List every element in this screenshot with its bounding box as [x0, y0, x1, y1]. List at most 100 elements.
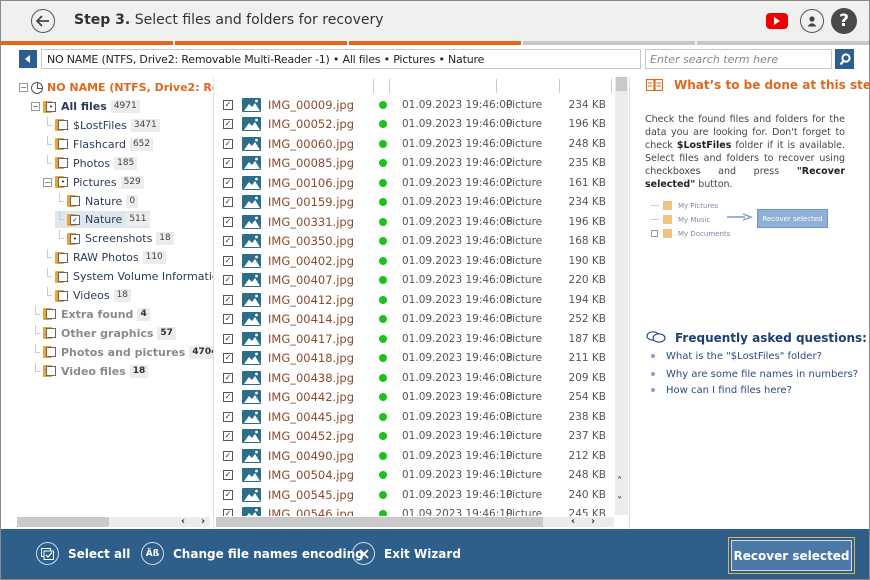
file-row[interactable]: ✓ IMG_00414.jpg 01.09.2023 19:46:08 Picture…: [216, 310, 614, 330]
path-breadcrumb[interactable]: NO NAME (NTFS, Drive2: Removable Multi-R…: [41, 49, 641, 69]
scroll-right-icon[interactable]: ›: [201, 517, 205, 527]
scroll-left-icon[interactable]: ‹: [181, 517, 185, 527]
file-row[interactable]: ✓ IMG_00452.jpg 01.09.2023 19:46:10 Picture…: [216, 427, 614, 447]
scrollbar-thumb[interactable]: [616, 77, 627, 91]
file-checkbox[interactable]: ✓: [223, 392, 233, 403]
file-row[interactable]: ✓ IMG_00438.jpg 01.09.2023 19:46:08 Picture…: [216, 368, 614, 388]
file-row[interactable]: ✓ IMG_00350.jpg 01.09.2023 19:46:08 Picture…: [216, 232, 614, 252]
file-checkbox[interactable]: ✓: [223, 333, 233, 344]
column-separator[interactable]: [496, 79, 497, 93]
tree-node[interactable]: Nature 0: [55, 192, 139, 210]
tree-node[interactable]: − • All files 4971: [31, 98, 140, 115]
file-checkbox[interactable]: ✓: [223, 372, 233, 383]
file-checkbox[interactable]: ✓: [223, 314, 233, 325]
file-row[interactable]: ✓ IMG_00402.jpg 01.09.2023 19:46:08 Picture…: [216, 251, 614, 271]
column-separator[interactable]: [389, 79, 390, 93]
file-list-horizontal-scrollbar[interactable]: ‹ ›: [216, 517, 614, 527]
file-checkbox[interactable]: ✓: [223, 197, 233, 208]
search-button[interactable]: [835, 49, 854, 69]
file-row[interactable]: ✓ IMG_00546.jpg 01.09.2023 19:46:10 Picture…: [216, 505, 614, 516]
tree-node[interactable]: Photos and pictures4704: [31, 343, 213, 361]
tree-node[interactable]: Photos 185: [43, 154, 138, 172]
file-row[interactable]: ✓ IMG_00545.jpg 01.09.2023 19:46:10 Picture…: [216, 485, 614, 505]
tree-node[interactable]: Flashcard 652: [43, 135, 154, 153]
help-button[interactable]: ?: [831, 8, 857, 34]
tree-horizontal-scrollbar[interactable]: ‹ ›: [17, 517, 210, 527]
tree-node[interactable]: ✓ Nature 511: [55, 211, 150, 229]
file-row[interactable]: ✓ IMG_00009.jpg 01.09.2023 19:46:00 Picture…: [216, 95, 614, 115]
back-button[interactable]: [31, 9, 55, 33]
file-row[interactable]: ✓ IMG_00417.jpg 01.09.2023 19:46:08 Picture…: [216, 329, 614, 349]
file-checkbox[interactable]: ✓: [223, 236, 233, 247]
scroll-down-icon[interactable]: ˅: [617, 497, 622, 507]
youtube-button[interactable]: [766, 13, 788, 29]
tree-node[interactable]: Videos 18: [43, 287, 132, 304]
file-checkbox[interactable]: ✓: [223, 509, 233, 516]
scroll-left-icon[interactable]: ‹: [571, 517, 575, 527]
tree-node[interactable]: $LostFiles 3471: [43, 116, 160, 134]
tree-node[interactable]: Extra found 4: [31, 305, 150, 323]
folder-checkbox[interactable]: ✓: [70, 214, 80, 225]
file-row[interactable]: ✓ IMG_00331.jpg 01.09.2023 19:46:06 Picture…: [216, 212, 614, 232]
file-row[interactable]: ✓ IMG_00418.jpg 01.09.2023 19:46:08 Picture…: [216, 349, 614, 369]
file-checkbox[interactable]: ✓: [223, 119, 233, 130]
tree-node[interactable]: Other graphics 57: [31, 324, 176, 342]
folder-checkbox[interactable]: [58, 290, 68, 301]
folder-checkbox[interactable]: [58, 139, 68, 150]
file-checkbox[interactable]: ✓: [223, 99, 233, 110]
file-row[interactable]: ✓ IMG_00085.jpg 01.09.2023 19:46:02 Picture…: [216, 154, 614, 174]
column-separator[interactable]: [559, 79, 560, 93]
file-checkbox[interactable]: ✓: [223, 489, 233, 500]
faq-link[interactable]: Why are some file names in numbers?: [651, 369, 858, 380]
recover-selected-button[interactable]: Recover selected: [728, 537, 855, 574]
column-separator[interactable]: [373, 79, 374, 93]
file-checkbox[interactable]: ✓: [223, 294, 233, 305]
folder-checkbox[interactable]: •: [70, 233, 80, 244]
faq-link[interactable]: How can I find files here?: [651, 385, 792, 396]
folder-checkbox[interactable]: [58, 271, 68, 282]
folder-checkbox[interactable]: [46, 309, 56, 320]
file-checkbox[interactable]: ✓: [223, 470, 233, 481]
file-checkbox[interactable]: ✓: [223, 450, 233, 461]
file-checkbox[interactable]: ✓: [223, 158, 233, 169]
file-checkbox[interactable]: ✓: [223, 431, 233, 442]
file-checkbox[interactable]: ✓: [223, 216, 233, 227]
folder-checkbox[interactable]: •: [58, 177, 68, 188]
file-checkbox[interactable]: ✓: [223, 255, 233, 266]
pane-divider[interactable]: [629, 77, 630, 529]
tree-node-drive[interactable]: − NO NAME (NTFS, Drive2: Removable Multi…: [19, 79, 213, 96]
folder-checkbox[interactable]: •: [46, 101, 56, 112]
file-row[interactable]: ✓ IMG_00412.jpg 01.09.2023 19:46:08 Picture…: [216, 290, 614, 310]
tree-node[interactable]: RAW Photos 110: [43, 249, 166, 266]
folder-checkbox[interactable]: [46, 328, 56, 339]
file-row[interactable]: ✓ IMG_00060.jpg 01.09.2023 19:46:00 Picture…: [216, 134, 614, 154]
folder-checkbox[interactable]: [58, 120, 68, 131]
tree-node[interactable]: • Screenshots 18: [55, 230, 174, 247]
account-button[interactable]: [800, 9, 824, 33]
pane-divider[interactable]: [213, 77, 214, 529]
scrollbar-thumb[interactable]: [216, 517, 543, 527]
tree-node[interactable]: Video files 18: [31, 362, 149, 380]
collapse-icon[interactable]: −: [19, 83, 28, 92]
file-row[interactable]: ✓ IMG_00052.jpg 01.09.2023 19:46:00 Picture…: [216, 115, 614, 135]
file-checkbox[interactable]: ✓: [223, 177, 233, 188]
file-checkbox[interactable]: ✓: [223, 138, 233, 149]
change-encoding-button[interactable]: Äß Change file names encoding: [141, 542, 364, 565]
exit-wizard-button[interactable]: Exit Wizard: [352, 542, 461, 565]
path-back-button[interactable]: [19, 50, 37, 68]
scroll-up-icon[interactable]: ˄: [617, 477, 622, 487]
file-checkbox[interactable]: ✓: [223, 275, 233, 286]
file-row[interactable]: ✓ IMG_00504.jpg 01.09.2023 19:46:10 Picture…: [216, 466, 614, 486]
collapse-icon[interactable]: −: [43, 177, 52, 187]
folder-checkbox[interactable]: [58, 252, 68, 263]
folder-checkbox[interactable]: [70, 196, 80, 206]
search-input[interactable]: [645, 49, 832, 69]
file-row[interactable]: ✓ IMG_00445.jpg 01.09.2023 19:46:08 Picture…: [216, 407, 614, 427]
tree-node[interactable]: System Volume Information2: [43, 268, 213, 285]
folder-checkbox[interactable]: [46, 366, 56, 377]
file-row[interactable]: ✓ IMG_00490.jpg 01.09.2023 19:46:10 Picture…: [216, 446, 614, 466]
file-row[interactable]: ✓ IMG_00159.jpg 01.09.2023 19:46:02 Picture…: [216, 193, 614, 213]
scrollbar-thumb[interactable]: [17, 517, 109, 527]
tree-node[interactable]: − • Pictures 529: [43, 174, 144, 191]
column-separator[interactable]: [611, 79, 612, 93]
